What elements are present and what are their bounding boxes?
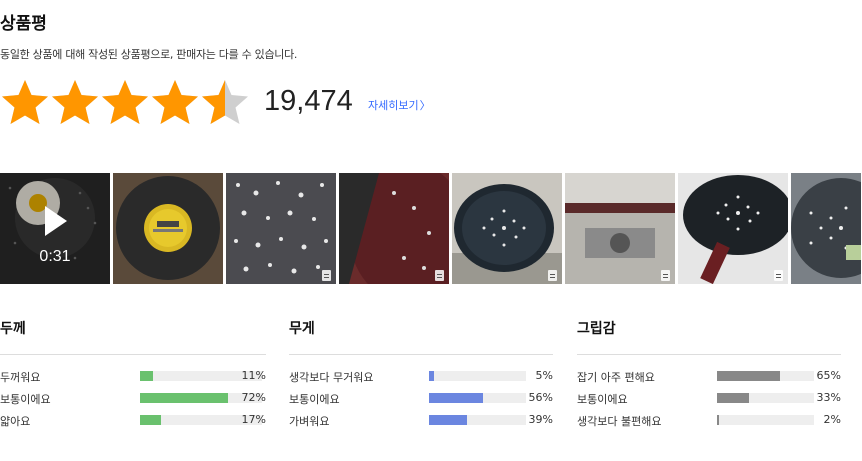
detail-link-label: 자세히보기 bbox=[368, 99, 419, 112]
review-image-gallery: 0:31 bbox=[0, 173, 862, 284]
survey-row: 생각보다 불편해요 2% bbox=[577, 413, 841, 429]
review-count: 19,474 bbox=[264, 85, 353, 117]
survey-row-label: 두꺼워요 bbox=[0, 371, 41, 384]
star-icon bbox=[50, 78, 100, 126]
survey-row-percent: 11% bbox=[241, 369, 266, 382]
document-icon bbox=[774, 270, 783, 281]
survey-row-percent: 72% bbox=[241, 391, 266, 404]
survey-row-label: 가벼워요 bbox=[289, 415, 330, 428]
survey-row: 보통이에요 33% bbox=[577, 391, 841, 407]
document-icon bbox=[661, 270, 670, 281]
survey-row-bar-fill bbox=[429, 393, 483, 403]
pan-surface-photo bbox=[226, 173, 336, 284]
review-photo[interactable] bbox=[791, 173, 861, 284]
survey-row-bar bbox=[717, 415, 814, 425]
pan-pattern-photo bbox=[791, 173, 861, 284]
survey-row-label: 보통이에요 bbox=[0, 393, 51, 406]
survey-divider bbox=[577, 354, 841, 355]
section-subtitle: 동일한 상품에 대해 작성된 상품평으로, 판매자는 다를 수 있습니다. bbox=[0, 48, 298, 61]
survey-row-label: 보통이에요 bbox=[577, 393, 628, 406]
review-photo[interactable] bbox=[452, 173, 562, 284]
survey-thickness: 두께 bbox=[0, 318, 266, 355]
review-photo[interactable] bbox=[678, 173, 788, 284]
star-icon bbox=[150, 78, 200, 126]
survey-row-bar-fill bbox=[429, 415, 467, 425]
survey-row-label: 얇아요 bbox=[0, 415, 31, 428]
survey-row-percent: 65% bbox=[816, 369, 841, 382]
survey-divider bbox=[289, 354, 553, 355]
survey-row-percent: 33% bbox=[816, 391, 841, 404]
survey-grip: 그립감 bbox=[577, 318, 841, 355]
pan-handle-photo bbox=[678, 173, 788, 284]
survey-row-bar-fill bbox=[717, 415, 719, 425]
survey-row-bar-fill bbox=[140, 371, 153, 381]
section-title: 상품평 bbox=[0, 14, 47, 34]
pan-close-up-photo bbox=[339, 173, 449, 284]
chevron-right-icon: 〉 bbox=[419, 99, 431, 112]
document-icon bbox=[435, 270, 444, 281]
survey-row: 두꺼워요 11% bbox=[0, 369, 266, 385]
survey-title: 무게 bbox=[289, 321, 315, 337]
survey-row-percent: 5% bbox=[535, 369, 553, 382]
review-photo[interactable] bbox=[113, 173, 223, 284]
pan-on-stove-photo bbox=[452, 173, 562, 284]
detail-link[interactable]: 자세히보기〉 bbox=[368, 97, 431, 113]
video-thumbnail[interactable]: 0:31 bbox=[0, 173, 110, 284]
survey-row-percent: 2% bbox=[823, 413, 841, 426]
survey-row-bar bbox=[429, 415, 526, 425]
document-icon bbox=[548, 270, 557, 281]
rating-stars bbox=[0, 78, 250, 126]
survey-row-label: 생각보다 무거워요 bbox=[289, 371, 374, 384]
survey-row-bar-fill bbox=[717, 371, 780, 381]
survey-row-percent: 39% bbox=[528, 413, 553, 426]
survey-row-percent: 56% bbox=[528, 391, 553, 404]
survey-row-bar bbox=[429, 371, 526, 381]
survey-title: 두께 bbox=[0, 321, 26, 337]
survey-row-bar-fill bbox=[717, 393, 749, 403]
survey-row-label: 잡기 아주 편해요 bbox=[577, 371, 655, 384]
review-photo[interactable] bbox=[565, 173, 675, 284]
survey-weight: 무게 bbox=[289, 318, 553, 355]
survey-row-bar bbox=[429, 393, 526, 403]
star-icon bbox=[200, 78, 250, 126]
survey-row-percent: 17% bbox=[241, 413, 266, 426]
video-duration: 0:31 bbox=[39, 248, 71, 265]
review-photo[interactable] bbox=[226, 173, 336, 284]
pan-bottom-photo bbox=[113, 173, 223, 284]
survey-row: 잡기 아주 편해요 65% bbox=[577, 369, 841, 385]
survey-row: 보통이에요 56% bbox=[289, 391, 553, 407]
document-icon bbox=[322, 270, 331, 281]
survey-row-label: 보통이에요 bbox=[289, 393, 340, 406]
survey-row: 생각보다 무거워요 5% bbox=[289, 369, 553, 385]
stove-photo bbox=[565, 173, 675, 284]
review-photo[interactable] bbox=[339, 173, 449, 284]
survey-row-bar-fill bbox=[140, 415, 161, 425]
play-icon bbox=[45, 206, 67, 236]
star-icon bbox=[100, 78, 150, 126]
survey-row-bar bbox=[717, 393, 814, 403]
survey-divider bbox=[0, 354, 266, 355]
survey-row: 가벼워요 39% bbox=[289, 413, 553, 429]
survey-row-bar-fill bbox=[140, 393, 228, 403]
survey-row-bar bbox=[717, 371, 814, 381]
survey-row: 얇아요 17% bbox=[0, 413, 266, 429]
star-icon bbox=[0, 78, 50, 126]
survey-row-bar-fill bbox=[429, 371, 434, 381]
survey-title: 그립감 bbox=[577, 321, 616, 337]
survey-row-label: 생각보다 불편해요 bbox=[577, 415, 662, 428]
survey-row: 보통이에요 72% bbox=[0, 391, 266, 407]
